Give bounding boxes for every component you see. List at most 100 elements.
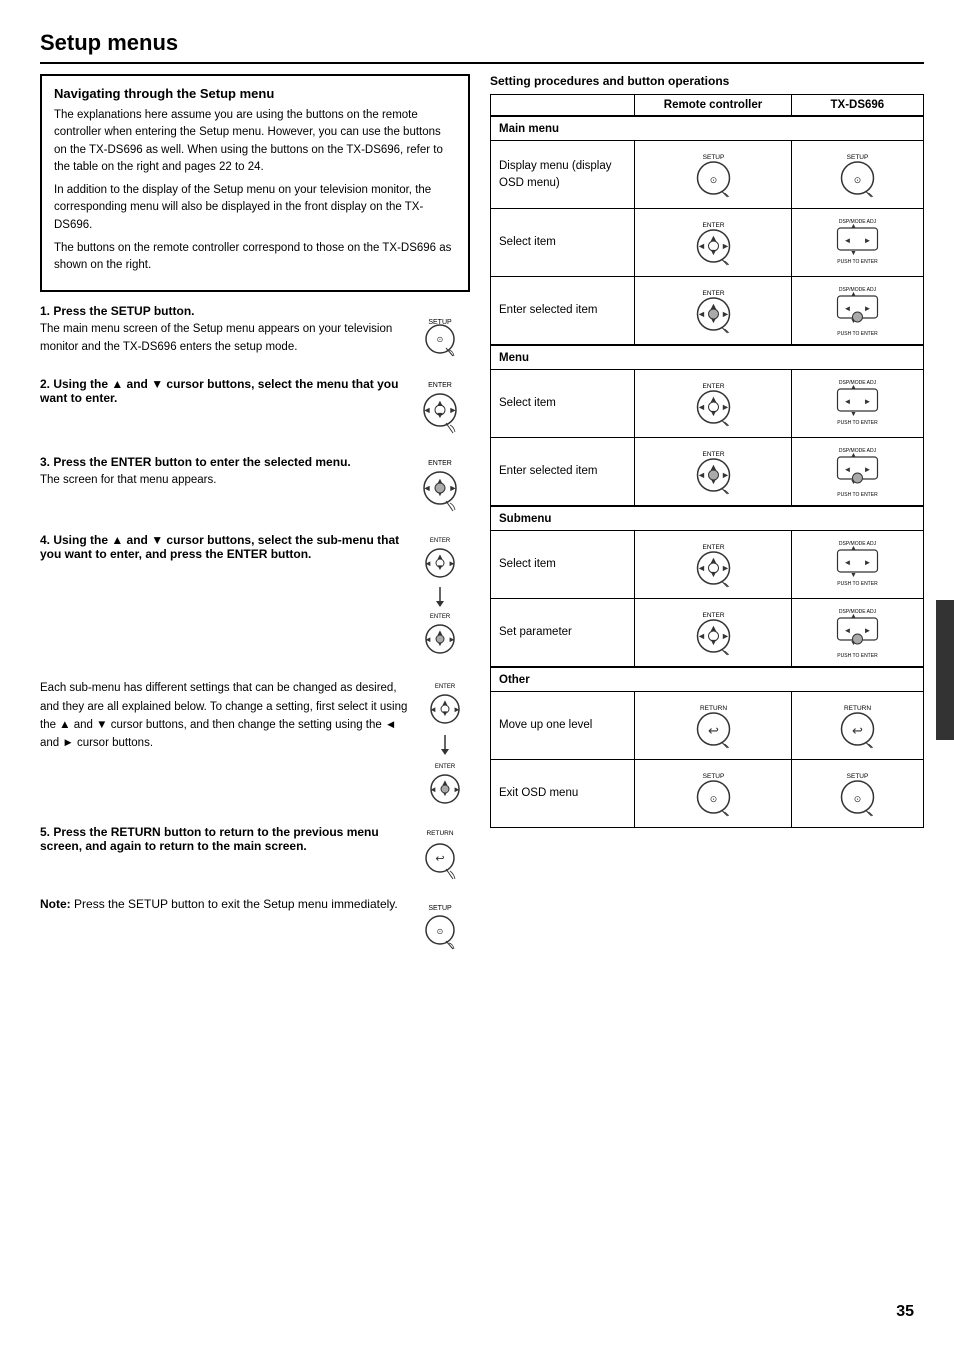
table-section-header: Main menu bbox=[491, 116, 924, 141]
extra-steps-icons: ENTER ▲ ▼ ◄ ► ENTER bbox=[420, 679, 470, 811]
table-row: Display menu (display OSD menu) SETUP ⊙ … bbox=[491, 141, 924, 209]
step-3-icon: ENTER ▲ ▼ ◄ ► bbox=[410, 455, 470, 515]
svg-text:▼: ▼ bbox=[709, 637, 718, 647]
step-2-icon: ENTER ▲ ▼ ◄ ► bbox=[410, 377, 470, 437]
svg-text:◄: ◄ bbox=[429, 785, 437, 794]
svg-text:ENTER: ENTER bbox=[435, 764, 456, 770]
step-5-header: 5. Press the RETURN button to return to … bbox=[40, 825, 400, 853]
svg-text:⊙: ⊙ bbox=[709, 794, 717, 804]
table-section-header: Other bbox=[491, 667, 924, 692]
svg-text:▲: ▲ bbox=[850, 291, 857, 298]
svg-text:↩: ↩ bbox=[852, 723, 863, 738]
svg-text:⊙: ⊙ bbox=[436, 927, 443, 936]
svg-text:RETURN: RETURN bbox=[699, 705, 726, 712]
side-tab bbox=[936, 600, 954, 740]
table-section-header: Submenu bbox=[491, 506, 924, 531]
svg-text:▼: ▼ bbox=[709, 247, 718, 257]
note-text: Press the SETUP button to exit the Setup… bbox=[74, 897, 398, 911]
svg-text:►: ► bbox=[863, 558, 871, 567]
svg-text:◄: ◄ bbox=[843, 558, 851, 567]
svg-text:⊙: ⊙ bbox=[854, 794, 862, 804]
tx-icon-cell: SETUP ⊙ bbox=[791, 141, 923, 209]
svg-text:►: ► bbox=[448, 483, 457, 493]
step-2-header: 2. Using the ▲ and ▼ cursor buttons, sel… bbox=[40, 377, 400, 405]
table-row: Select item ENTER ▲ ▼ ◄ ► DSP/MODE ADJ ◄… bbox=[491, 209, 924, 277]
svg-text:ENTER: ENTER bbox=[702, 612, 724, 619]
svg-text:▼: ▼ bbox=[850, 572, 857, 579]
svg-text:RETURN: RETURN bbox=[426, 830, 453, 837]
action-cell: Select item bbox=[491, 209, 635, 277]
svg-text:ENTER: ENTER bbox=[428, 382, 452, 389]
section-label: Other bbox=[491, 667, 924, 692]
svg-text:►: ► bbox=[863, 397, 871, 406]
svg-text:ENTER: ENTER bbox=[428, 460, 452, 467]
step-4: 4. Using the ▲ and ▼ cursor buttons, sel… bbox=[40, 533, 470, 661]
table-row: Select item ENTER ▲ ▼ ◄ ► DSP/MODE ADJ ◄… bbox=[491, 531, 924, 599]
left-column: Navigating through the Setup menu The ex… bbox=[40, 74, 470, 952]
extra-steps: Each sub-menu has different settings tha… bbox=[40, 679, 470, 811]
step-4-text: 4. Using the ▲ and ▼ cursor buttons, sel… bbox=[40, 533, 400, 564]
nav-box-para-3: The buttons on the remote controller cor… bbox=[54, 240, 456, 275]
tx-icon-cell: DSP/MODE ADJ ◄ ► ▲ ▼ PUSH TO ENTER bbox=[791, 370, 923, 438]
svg-text:►: ► bbox=[721, 309, 730, 319]
svg-text:DSP/MODE ADJ: DSP/MODE ADJ bbox=[839, 541, 877, 547]
svg-text:►: ► bbox=[448, 559, 456, 568]
action-cell: Enter selected item bbox=[491, 438, 635, 507]
extra-steps-text: Each sub-menu has different settings tha… bbox=[40, 679, 410, 753]
svg-text:PUSH TO ENTER: PUSH TO ENTER bbox=[837, 420, 878, 426]
svg-text:◄: ◄ bbox=[697, 563, 706, 573]
svg-text:◄: ◄ bbox=[422, 483, 431, 493]
svg-text:◄: ◄ bbox=[843, 465, 851, 474]
svg-text:◄: ◄ bbox=[697, 470, 706, 480]
rc-icon-cell: ENTER ▲ ▼ ◄ ► bbox=[635, 531, 791, 599]
svg-text:◄: ◄ bbox=[697, 631, 706, 641]
table-row: Select item ENTER ▲ ▼ ◄ ► DSP/MODE ADJ ◄… bbox=[491, 370, 924, 438]
svg-text:SETUP: SETUP bbox=[847, 154, 869, 161]
svg-text:ENTER: ENTER bbox=[702, 383, 724, 390]
rc-icon-cell: ENTER ▲ ▼ ◄ ► bbox=[635, 370, 791, 438]
svg-text:▲: ▲ bbox=[850, 384, 857, 391]
step-3-text: 3. Press the ENTER button to enter the s… bbox=[40, 455, 400, 489]
rc-icon-cell: RETURN ↩ bbox=[635, 692, 791, 760]
step-1-text: 1. Press the SETUP button. The main menu… bbox=[40, 304, 400, 356]
svg-text:◄: ◄ bbox=[843, 397, 851, 406]
tx-icon-cell: DSP/MODE ADJ ◄ ► ▲ ▼ PUSH TO ENTER bbox=[791, 599, 923, 668]
table-row: Enter selected item ENTER ▲ ▼ ◄ ► DSP/MO… bbox=[491, 438, 924, 507]
tx-icon-cell: SETUP ⊙ bbox=[791, 760, 923, 828]
svg-text:►: ► bbox=[721, 631, 730, 641]
svg-text:►: ► bbox=[721, 241, 730, 251]
svg-text:▲: ▲ bbox=[850, 223, 857, 230]
svg-text:PUSH TO ENTER: PUSH TO ENTER bbox=[837, 259, 878, 265]
table-row: Enter selected item ENTER ▲ ▼ ◄ ► DSP/MO… bbox=[491, 277, 924, 346]
tx-icon-cell: DSP/MODE ADJ ◄ ► ▲ ▼ PUSH TO ENTER bbox=[791, 531, 923, 599]
svg-text:ENTER: ENTER bbox=[702, 544, 724, 551]
svg-text:PUSH TO ENTER: PUSH TO ENTER bbox=[837, 331, 878, 335]
step-5-text: 5. Press the RETURN button to return to … bbox=[40, 825, 400, 856]
table-row: Exit OSD menu SETUP ⊙ SETUP ⊙ bbox=[491, 760, 924, 828]
rc-icon-cell: ENTER ▲ ▼ ◄ ► bbox=[635, 277, 791, 346]
step-1-icon: SETUP ⊙ bbox=[410, 304, 470, 359]
svg-text:►: ► bbox=[721, 402, 730, 412]
step-1-detail: The main menu screen of the Setup menu a… bbox=[40, 321, 400, 356]
svg-text:►: ► bbox=[448, 405, 457, 415]
svg-text:SETUP: SETUP bbox=[428, 905, 452, 912]
tx-icon-cell: DSP/MODE ADJ ◄ ► ▲ ▼ PUSH TO ENTER bbox=[791, 438, 923, 507]
step-3-header: 3. Press the ENTER button to enter the s… bbox=[40, 455, 400, 469]
table-section-header: Menu bbox=[491, 345, 924, 370]
svg-text:SETUP: SETUP bbox=[847, 773, 869, 780]
svg-text:▼: ▼ bbox=[709, 569, 718, 579]
svg-text:◄: ◄ bbox=[422, 405, 431, 415]
svg-text:ENTER: ENTER bbox=[430, 614, 451, 620]
step-1: 1. Press the SETUP button. The main menu… bbox=[40, 304, 470, 359]
table-row: Move up one level RETURN ↩ RETURN ↩ bbox=[491, 692, 924, 760]
rc-icon-cell: ENTER ▲ ▼ ◄ ► bbox=[635, 599, 791, 668]
step-5: 5. Press the RETURN button to return to … bbox=[40, 825, 470, 883]
svg-text:◄: ◄ bbox=[424, 559, 432, 568]
svg-text:►: ► bbox=[448, 635, 456, 644]
step-5-icon: RETURN ↩ bbox=[410, 825, 470, 883]
svg-text:ENTER: ENTER bbox=[702, 222, 724, 229]
rc-icon-cell: SETUP ⊙ bbox=[635, 141, 791, 209]
svg-text:DSP/MODE ADJ: DSP/MODE ADJ bbox=[839, 609, 877, 615]
nav-box: Navigating through the Setup menu The ex… bbox=[40, 74, 470, 292]
action-cell: Exit OSD menu bbox=[491, 760, 635, 828]
